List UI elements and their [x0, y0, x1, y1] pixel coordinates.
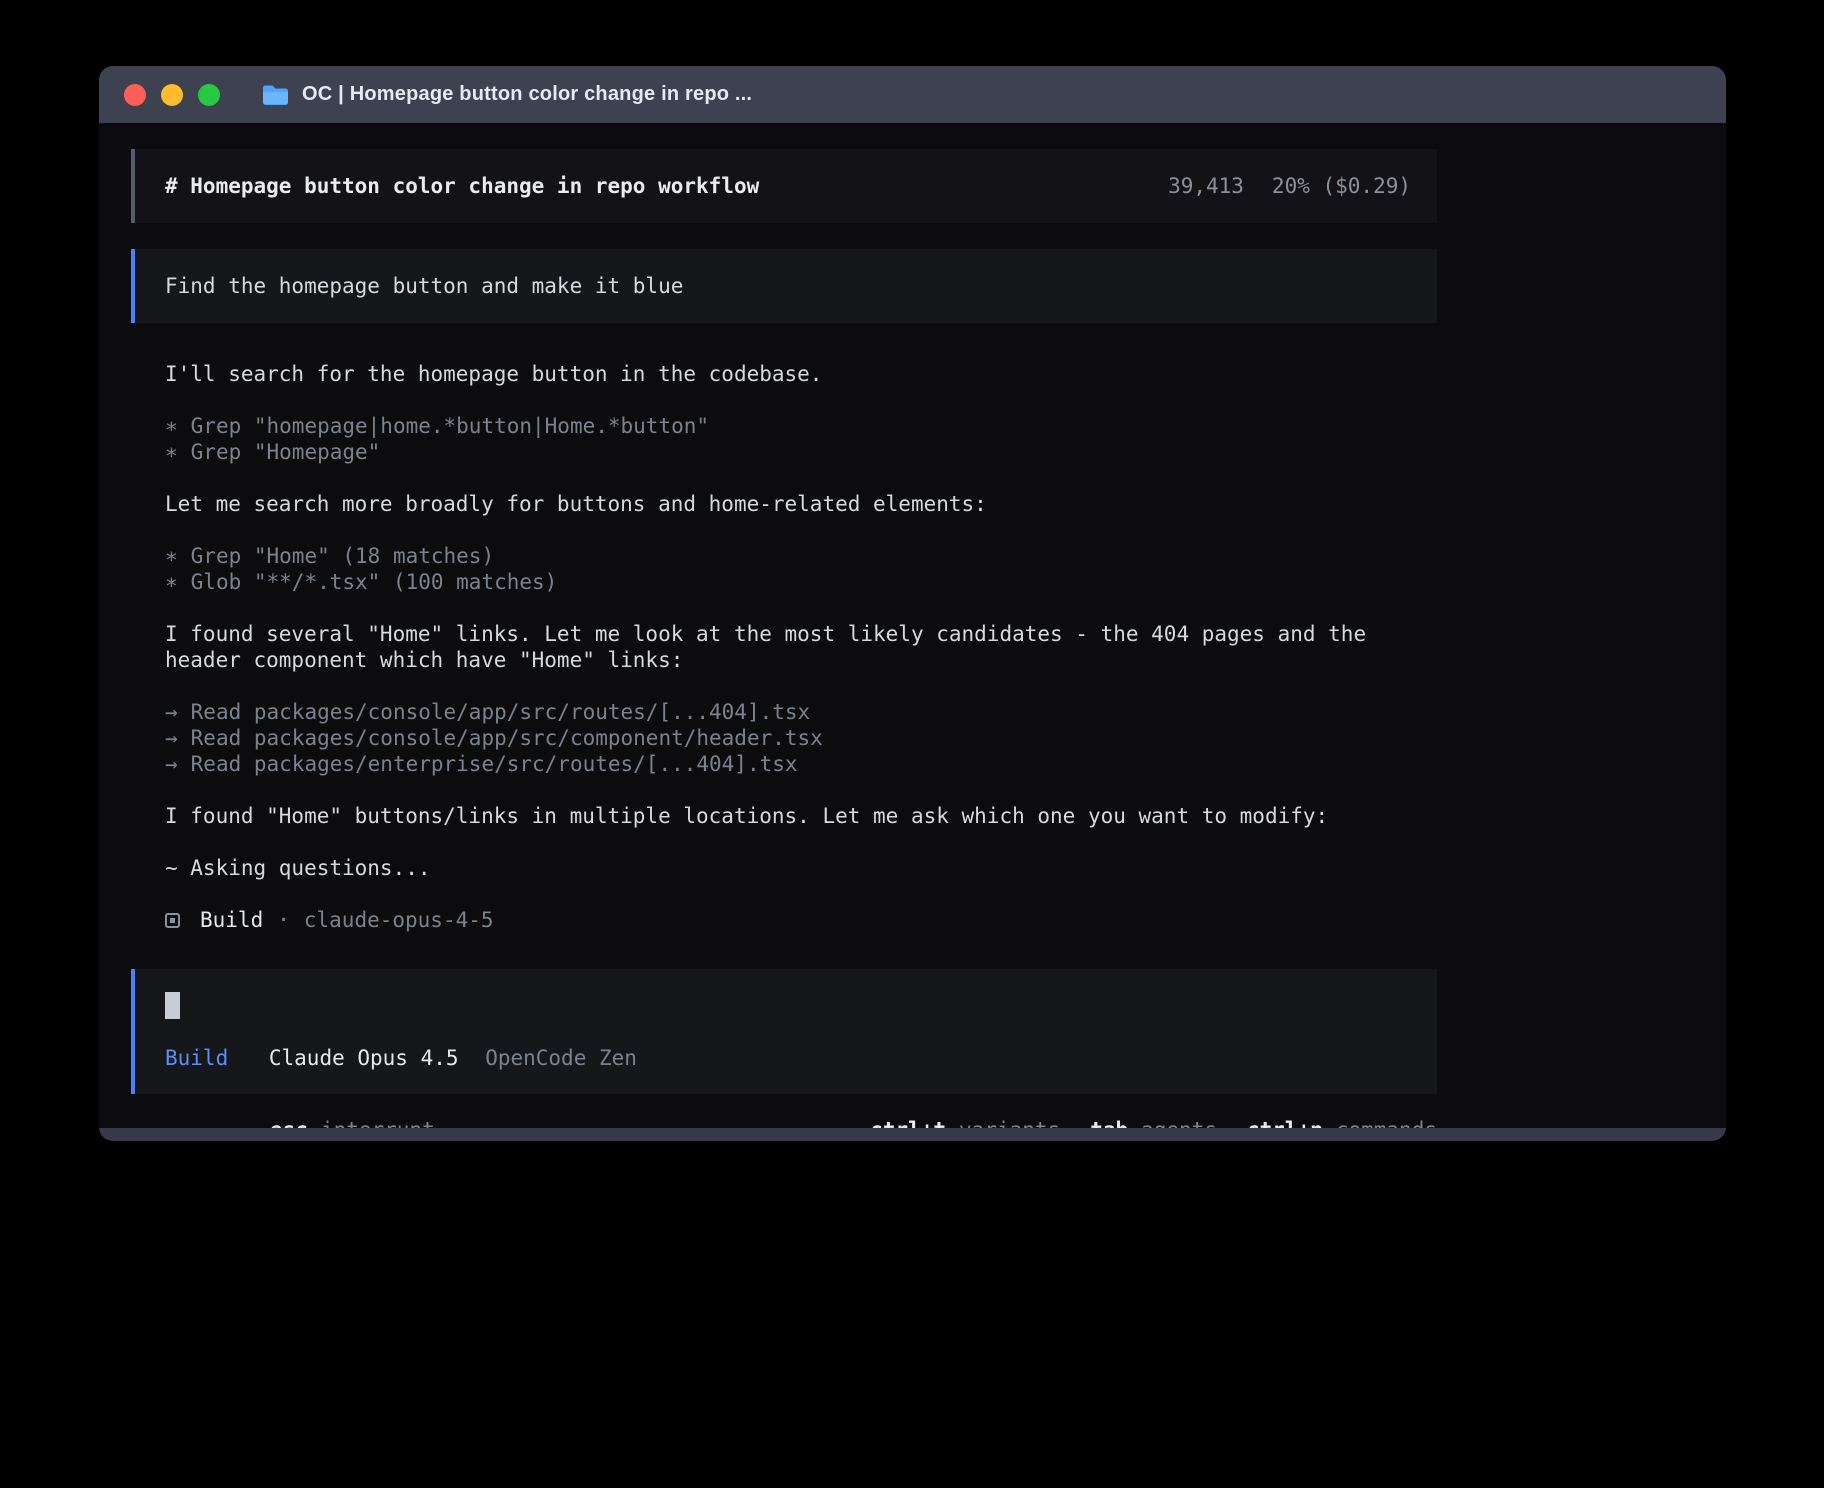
user-message: Find the homepage button and make it blu… — [131, 249, 1437, 323]
working-status: ~ Asking questions... — [165, 855, 1437, 881]
assistant-paragraph: I found "Home" buttons/links in multiple… — [165, 803, 1437, 829]
arrow-right-icon: → — [165, 725, 178, 751]
input-provider-name: OpenCode Zen — [485, 1046, 637, 1070]
text-cursor — [165, 992, 180, 1019]
status-bar: esc interrupt ctrl+t variants tab agents ct… — [131, 1117, 1437, 1128]
tool-call-text: Glob "**/*.tsx" (100 matches) — [191, 570, 558, 594]
context-usage: 20% ($0.29) — [1272, 173, 1411, 199]
shortcut-commands: ctrl+p commands — [1247, 1117, 1437, 1128]
esc-key: esc — [270, 1118, 308, 1128]
tool-call-text: Grep "Homepage" — [191, 440, 381, 464]
arrow-right-icon: → — [165, 699, 178, 725]
tool-call-line: ∗ Grep "Homepage" — [165, 439, 1437, 465]
arrow-right-icon: → — [165, 751, 178, 777]
traffic-lights — [124, 84, 220, 106]
agent-build-icon — [165, 913, 180, 928]
close-button[interactable] — [124, 84, 146, 106]
read-tool-text: Read packages/enterprise/src/routes/[...… — [191, 752, 798, 776]
input-agent-name: Build — [165, 1046, 228, 1070]
tool-marker-icon: ∗ — [165, 569, 178, 595]
input-model-name: Claude Opus 4.5 — [269, 1046, 459, 1070]
agent-status-line: Build · claude-opus-4-5 — [165, 907, 1437, 933]
shortcut-key: tab — [1090, 1118, 1128, 1128]
token-count: 39,413 — [1168, 173, 1244, 199]
tool-call-line: ∗ Grep "Home" (18 matches) — [165, 543, 1437, 569]
shortcut-variants: ctrl+t variants — [870, 1117, 1060, 1128]
read-tool-line: → Read packages/console/app/src/component… — [165, 725, 1437, 751]
terminal-window: OC | Homepage button color change in rep… — [99, 66, 1726, 1141]
shortcut-key: ctrl+t — [870, 1118, 946, 1128]
read-tool-text: Read packages/console/app/src/component/… — [191, 726, 823, 750]
assistant-paragraph: I found several "Home" links. Let me loo… — [165, 621, 1437, 673]
window-footer — [99, 1128, 1726, 1141]
window-titlebar[interactable]: OC | Homepage button color change in rep… — [99, 66, 1726, 123]
shortcut-label: agents — [1141, 1118, 1217, 1128]
assistant-paragraph: Let me search more broadly for buttons a… — [165, 491, 1437, 517]
agent-separator: · — [277, 907, 290, 933]
shortcut-label: commands — [1336, 1118, 1437, 1128]
assistant-paragraph: I'll search for the homepage button in t… — [165, 361, 1437, 387]
esc-label: interrupt — [321, 1118, 435, 1128]
folder-icon — [262, 84, 289, 106]
tool-marker-icon: ∗ — [165, 439, 178, 465]
terminal-content: # Homepage button color change in repo w… — [99, 123, 1726, 1128]
tool-call-text: Grep "Home" (18 matches) — [191, 544, 494, 568]
session-header: # Homepage button color change in repo w… — [131, 149, 1437, 223]
agent-name: Build — [200, 907, 263, 933]
shortcut-agents: tab agents — [1090, 1117, 1217, 1128]
session-title: # Homepage button color change in repo w… — [165, 173, 759, 199]
assistant-transcript: I'll search for the homepage button in t… — [131, 361, 1437, 933]
shortcut-interrupt: esc interrupt — [270, 1117, 435, 1128]
shortcut-key: ctrl+p — [1247, 1118, 1323, 1128]
read-tool-text: Read packages/console/app/src/routes/[..… — [191, 700, 811, 724]
tool-call-text: Grep "homepage|home.*button|Home.*button… — [191, 414, 709, 438]
minimize-button[interactable] — [161, 84, 183, 106]
agent-model: claude-opus-4-5 — [304, 907, 494, 933]
tool-marker-icon: ∗ — [165, 413, 178, 439]
tool-call-line: ∗ Grep "homepage|home.*button|Home.*butto… — [165, 413, 1437, 439]
statusbar-shortcuts: ctrl+t variants tab agents ctrl+p commands — [840, 1117, 1437, 1128]
tool-call-line: ∗ Glob "**/*.tsx" (100 matches) — [165, 569, 1437, 595]
tool-marker-icon: ∗ — [165, 543, 178, 569]
session-stats: 39,413 20% ($0.29) — [1168, 173, 1411, 199]
model-line: Build Claude Opus 4.5 OpenCode Zen — [165, 1045, 1411, 1071]
window-title: OC | Homepage button color change in rep… — [302, 83, 752, 106]
read-tool-line: → Read packages/console/app/src/routes/[.… — [165, 699, 1437, 725]
prompt-input[interactable]: Build Claude Opus 4.5 OpenCode Zen — [131, 969, 1437, 1094]
user-message-text: Find the homepage button and make it blu… — [165, 274, 683, 298]
zoom-button[interactable] — [198, 84, 220, 106]
shortcut-label: variants — [959, 1118, 1060, 1128]
read-tool-line: → Read packages/enterprise/src/routes/[..… — [165, 751, 1437, 777]
